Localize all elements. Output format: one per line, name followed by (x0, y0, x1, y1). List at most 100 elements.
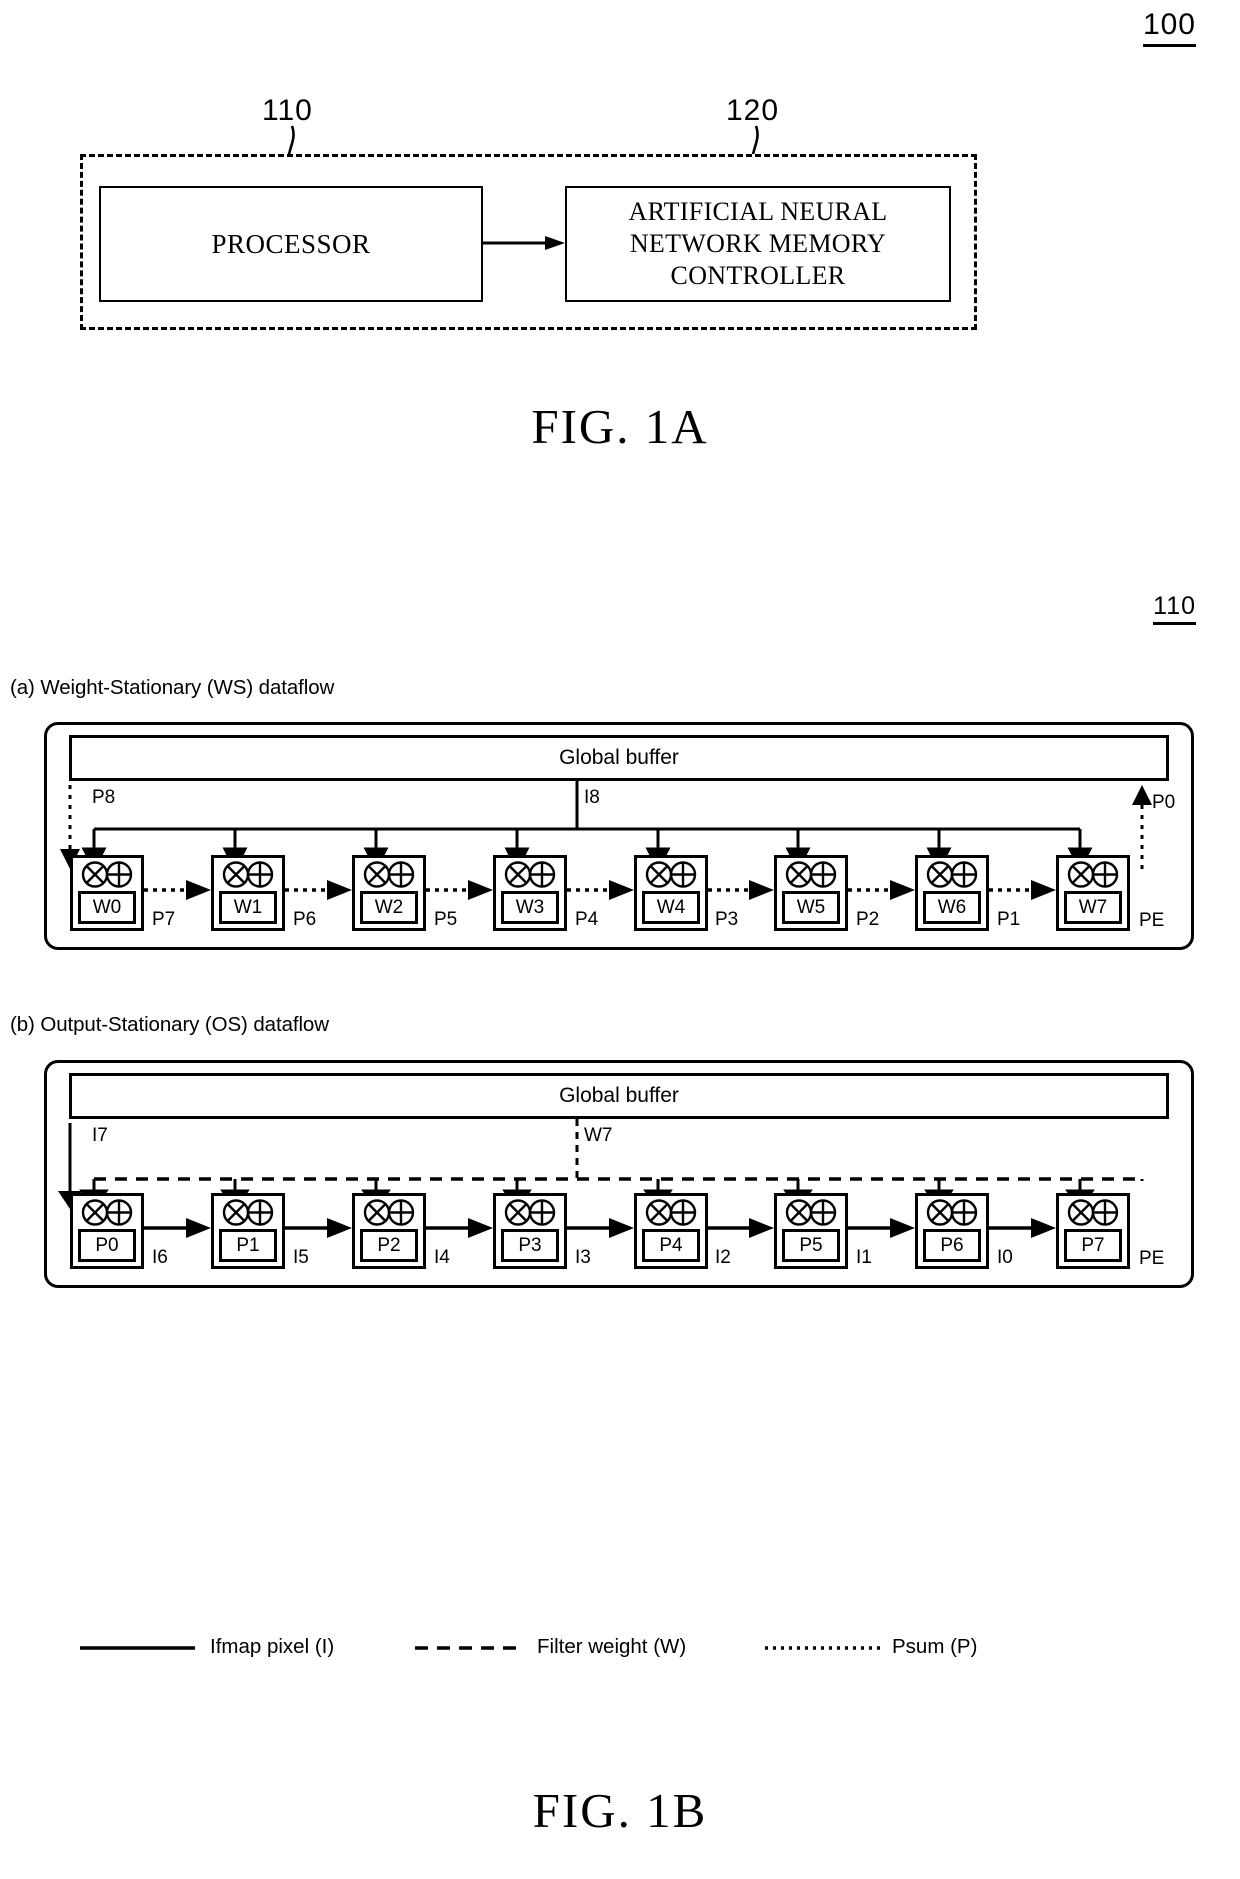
mac-operators-icon (504, 1199, 556, 1226)
ws-pe-2-register: W2 (360, 891, 418, 924)
ws-pe-0-register: W0 (78, 891, 136, 924)
os-ifmap-arrow-3-icon (567, 1218, 634, 1238)
ws-global-buffer: Global buffer (69, 735, 1169, 781)
legend-solid-line-icon (80, 1646, 195, 1650)
os-weight-bus-label: W7 (584, 1125, 613, 1146)
ws-between-label-3: P4 (575, 909, 599, 930)
lead-label-120: 120 (726, 94, 780, 127)
os-between-label-2: I4 (434, 1247, 450, 1268)
annmc-line-1: ARTIFICIAL NEURAL (628, 197, 888, 227)
os-ifmap-arrow-0-icon (144, 1218, 211, 1238)
mac-operators-icon (785, 1199, 837, 1226)
os-global-buffer-label: Global buffer (559, 1084, 679, 1107)
processor-block: PROCESSOR (99, 186, 483, 302)
os-pe-5[interactable]: P5 (774, 1193, 848, 1269)
os-ifmap-arrow-1-icon (285, 1218, 352, 1238)
ws-pe-3[interactable]: W3 (493, 855, 567, 931)
ws-psum-arrow-6-icon (989, 880, 1056, 900)
os-between-label-6: I0 (997, 1247, 1013, 1268)
ws-psum-in-label: P8 (92, 787, 116, 808)
ws-between-label-4: P3 (715, 909, 739, 930)
ws-pe-5-register: W5 (782, 891, 840, 924)
ws-pe-6[interactable]: W6 (915, 855, 989, 931)
os-pe-array-label: PE (1139, 1248, 1165, 1269)
mac-operators-icon (81, 1199, 133, 1226)
ws-psum-arrow-0-icon (144, 880, 211, 900)
ws-pe-5[interactable]: W5 (774, 855, 848, 931)
os-pe-0-register: P0 (78, 1229, 136, 1262)
ws-pe-4[interactable]: W4 (634, 855, 708, 931)
ws-psum-arrow-1-icon (285, 880, 352, 900)
os-between-label-0: I6 (152, 1247, 168, 1268)
mac-operators-icon (1067, 861, 1119, 888)
legend: Ifmap pixel (I) Filter weight (W) Psum (… (80, 1635, 1080, 1669)
ws-psum-arrow-2-icon (426, 880, 493, 900)
mac-operators-icon (222, 861, 274, 888)
ws-pe-0[interactable]: W0 (70, 855, 144, 931)
mac-operators-icon (363, 861, 415, 888)
legend-label-weight: Filter weight (W) (537, 1635, 687, 1658)
ws-psum-arrow-4-icon (708, 880, 774, 900)
os-pe-6-register: P6 (923, 1229, 981, 1262)
figure-1a-reference-number-text: 100 (1142, 8, 1196, 47)
os-pe-1[interactable]: P1 (211, 1193, 285, 1269)
os-ifmap-arrow-6-icon (989, 1218, 1056, 1238)
ws-pe-4-register: W4 (642, 891, 700, 924)
mac-operators-icon (645, 1199, 697, 1226)
legend-label-psum: Psum (P) (892, 1635, 978, 1658)
lead-label-110: 110 (262, 94, 313, 127)
mac-operators-icon (785, 861, 837, 888)
figure-1b-reference-number-text: 110 (1153, 592, 1196, 625)
os-between-label-4: I2 (715, 1247, 731, 1268)
ws-between-label-0: P7 (152, 909, 176, 930)
mac-operators-icon (504, 861, 556, 888)
os-pe-4-register: P4 (642, 1229, 700, 1262)
ws-between-label-2: P5 (434, 909, 458, 930)
processor-to-controller-arrow-icon (483, 236, 565, 250)
ws-pe-7[interactable]: W7 (1056, 855, 1130, 931)
os-pe-5-register: P5 (782, 1229, 840, 1262)
processor-block-label: PROCESSOR (211, 228, 371, 259)
os-dataflow-title: (b) Output-Stationary (OS) dataflow (10, 1013, 329, 1036)
legend-dotted-line-icon (765, 1646, 880, 1650)
mac-operators-icon (1067, 1199, 1119, 1226)
ws-psum-arrow-3-icon (567, 880, 634, 900)
os-global-buffer: Global buffer (69, 1073, 1169, 1119)
ws-between-label-5: P2 (856, 909, 880, 930)
ws-dataflow-title: (a) Weight-Stationary (WS) dataflow (10, 676, 335, 699)
ws-psum-out-label: P0 (1152, 792, 1176, 813)
ws-between-label-6: P1 (997, 909, 1021, 930)
ws-pe-array-label: PE (1139, 910, 1165, 931)
ws-pe-6-register: W6 (923, 891, 981, 924)
ann-memory-controller-block-label: ARTIFICIAL NEURAL NETWORK MEMORY CONTROL… (629, 196, 888, 291)
os-between-label-5: I1 (856, 1247, 872, 1268)
os-between-label-1: I5 (293, 1247, 309, 1268)
os-pe-7[interactable]: P7 (1056, 1193, 1130, 1269)
figure-1b-caption: FIG. 1B (532, 1783, 708, 1838)
os-pe-4[interactable]: P4 (634, 1193, 708, 1269)
mac-operators-icon (363, 1199, 415, 1226)
annmc-line-3: CONTROLLER (670, 260, 846, 290)
ws-pe-1[interactable]: W1 (211, 855, 285, 931)
mac-operators-icon (926, 1199, 978, 1226)
figure-1a-caption: FIG. 1A (531, 399, 709, 454)
os-ifmap-arrow-4-icon (708, 1218, 774, 1238)
legend-dashed-line-icon (415, 1646, 525, 1650)
os-pe-2[interactable]: P2 (352, 1193, 426, 1269)
legend-label-ifmap: Ifmap pixel (I) (210, 1635, 335, 1658)
os-pe-0[interactable]: P0 (70, 1193, 144, 1269)
os-pe-6[interactable]: P6 (915, 1193, 989, 1269)
annmc-line-2: NETWORK MEMORY (629, 229, 887, 259)
figure-1b-reference-number: 110 (1153, 592, 1196, 625)
mac-operators-icon (926, 861, 978, 888)
ws-pe-7-register: W7 (1064, 891, 1122, 924)
os-pe-2-register: P2 (360, 1229, 418, 1262)
os-pe-3[interactable]: P3 (493, 1193, 567, 1269)
os-pe-7-register: P7 (1064, 1229, 1122, 1262)
os-ifmap-arrow-5-icon (848, 1218, 915, 1238)
ws-pe-1-register: W1 (219, 891, 277, 924)
ws-pe-2[interactable]: W2 (352, 855, 426, 931)
os-ifmap-arrow-2-icon (426, 1218, 493, 1238)
ws-global-buffer-label: Global buffer (559, 746, 679, 769)
mac-operators-icon (222, 1199, 274, 1226)
